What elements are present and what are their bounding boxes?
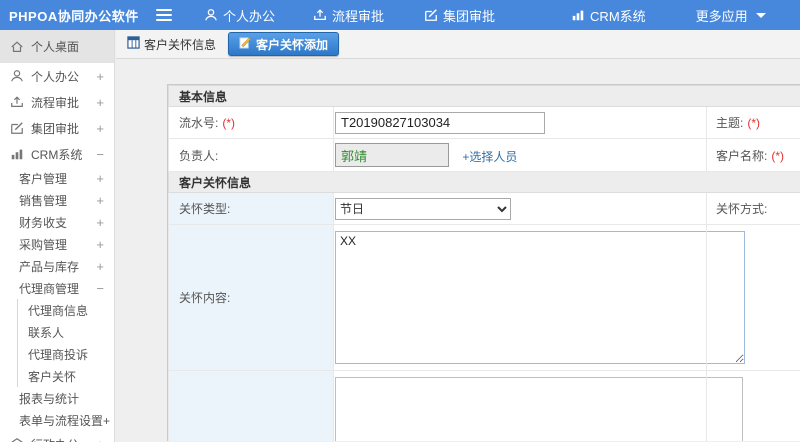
required-mark: (*): [747, 116, 761, 130]
agent-submenu: 代理商信息 联系人 代理商投诉 客户关怀: [17, 299, 114, 387]
required-mark: (*): [771, 148, 785, 163]
expand-icon[interactable]: +: [96, 437, 104, 442]
sidebar-item-sales-management[interactable]: 销售管理 +: [0, 189, 114, 211]
sidebar-item-purchasing[interactable]: 采购管理 +: [0, 233, 114, 255]
tab-label: 客户关怀信息: [144, 37, 217, 52]
collapse-icon[interactable]: −: [96, 147, 104, 162]
owner-input[interactable]: [335, 143, 449, 167]
flow-icon: [313, 8, 327, 22]
expand-icon[interactable]: +: [96, 69, 104, 84]
nav-workflow-approval[interactable]: 流程审批: [313, 6, 384, 25]
user-icon: [204, 8, 218, 22]
nav-more-apps[interactable]: 更多应用: [696, 6, 766, 25]
sidebar-item-contacts[interactable]: 联系人: [18, 321, 114, 343]
expand-icon[interactable]: +: [96, 95, 104, 110]
collapse-icon[interactable]: −: [96, 281, 104, 296]
owner-label: 负责人:: [168, 138, 334, 172]
sidebar-item-group-approval[interactable]: 集团审批 +: [0, 115, 114, 141]
note-edit-icon: [239, 36, 252, 52]
sidebar-item-personal-desktop[interactable]: 个人桌面: [0, 30, 114, 63]
expand-icon[interactable]: +: [96, 215, 104, 230]
sidebar-item-agent-complaints[interactable]: 代理商投诉: [18, 343, 114, 365]
customer-name-label: 客户名称: (*): [705, 138, 800, 172]
customer-care-add-form: 基本信息 流水号:(*) 主题:(*) 负责人:: [167, 84, 800, 441]
sidebar-item-customer-care[interactable]: 客户关怀: [18, 365, 114, 387]
sidebar-item-agent-management[interactable]: 代理商管理 −: [0, 277, 114, 299]
required-mark: (*): [222, 116, 236, 130]
empty-label-cell: [168, 370, 334, 441]
nav-personal-office[interactable]: 个人办公: [204, 6, 275, 25]
nav-label: 更多应用: [695, 8, 748, 24]
sidebar: 个人桌面 个人办公 + 流程审批 + 集团审批 + CRM系统 − 客户管理 +…: [0, 30, 115, 442]
expand-icon[interactable]: +: [96, 193, 104, 208]
expand-icon[interactable]: +: [96, 121, 104, 136]
nav-label: 集团审批: [443, 8, 496, 24]
section-title-basic-info: 基本信息: [167, 85, 800, 107]
expand-icon[interactable]: +: [96, 237, 104, 252]
sidebar-item-workflow-approval[interactable]: 流程审批 +: [0, 89, 114, 115]
content-area: 基本信息 流水号:(*) 主题:(*) 负责人:: [116, 59, 800, 441]
sidebar-item-customer-management[interactable]: 客户管理 +: [0, 167, 114, 189]
chart-icon: [571, 8, 585, 22]
empty-cell: [705, 370, 800, 441]
expand-icon[interactable]: +: [96, 259, 104, 274]
top-nav: 个人办公 流程审批 集团审批 CRM系统 更多应用: [172, 6, 766, 25]
serial-number-label: 流水号: (*): [168, 106, 334, 139]
section-title-care-info: 客户关怀信息: [167, 171, 800, 193]
tab-customer-care-add[interactable]: 客户关怀添加: [228, 32, 340, 56]
menu-toggle-icon[interactable]: [156, 9, 172, 21]
empty-cell: [705, 224, 800, 371]
edit-icon: [10, 121, 24, 135]
caret-down-icon: [755, 12, 766, 18]
care-content-label: 关怀内容:: [168, 224, 334, 371]
tab-label: 客户关怀添加: [256, 37, 329, 52]
app-title: PHPOA协同办公软件: [9, 8, 139, 24]
select-personnel-link[interactable]: +选择人员: [462, 150, 517, 164]
user-icon: [10, 69, 24, 83]
nav-label: 个人办公: [223, 8, 276, 24]
table-icon: [127, 36, 140, 52]
care-content-textarea[interactable]: XX: [335, 231, 745, 364]
flow-icon: [10, 95, 24, 109]
sidebar-item-crm-system[interactable]: CRM系统 −: [0, 141, 114, 167]
nav-label: 流程审批: [332, 8, 385, 24]
sidebar-item-personal-office[interactable]: 个人办公 +: [0, 63, 114, 89]
remark-textarea[interactable]: [335, 377, 743, 441]
care-way-label: 关怀方式:: [705, 192, 800, 225]
sidebar-item-products-inventory[interactable]: 产品与库存 +: [0, 255, 114, 277]
sidebar-item-admin-office[interactable]: 行政办公 +: [0, 431, 114, 442]
sidebar-item-reports-statistics[interactable]: 报表与统计: [0, 387, 114, 409]
chart-icon: [10, 147, 24, 161]
home-icon: [10, 40, 24, 54]
tab-strip: 客户关怀信息 客户关怀添加: [116, 30, 800, 59]
nav-crm-system[interactable]: CRM系统: [571, 6, 646, 25]
expand-icon[interactable]: +: [96, 171, 104, 186]
sidebar-item-agent-info[interactable]: 代理商信息: [18, 299, 114, 321]
care-type-label: 关怀类型:: [168, 192, 334, 225]
theme-label: 主题: (*): [705, 106, 800, 139]
edit-icon: [424, 8, 438, 22]
main-area: 客户关怀信息 客户关怀添加 基本信息 流水号: (*) T20190827103…: [116, 30, 800, 442]
nav-label: CRM系统: [590, 8, 646, 24]
tab-customer-care-info[interactable]: 客户关怀信息: [122, 32, 221, 56]
sidebar-item-form-workflow-settings[interactable]: 表单与流程设置+: [0, 409, 114, 431]
nav-group-approval[interactable]: 集团审批: [424, 6, 495, 25]
care-type-select[interactable]: 节日: [335, 197, 511, 220]
topbar: PHPOA协同办公软件 个人办公 流程审批 集团审批 CRM系统 更多应用: [0, 0, 800, 30]
sidebar-item-finance[interactable]: 财务收支 +: [0, 211, 114, 233]
serial-number-input[interactable]: [335, 111, 545, 134]
building-icon: [10, 437, 24, 442]
